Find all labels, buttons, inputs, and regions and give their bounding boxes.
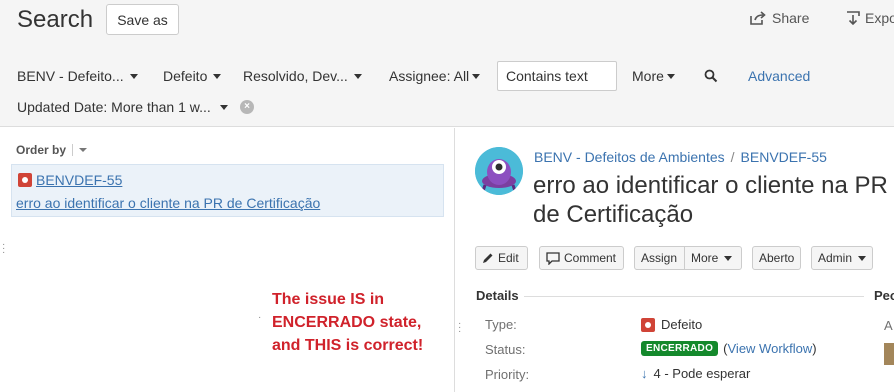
annotation-line: The issue IS in <box>272 291 385 308</box>
chevron-down-icon <box>219 104 228 110</box>
priority-value-text: 4 - Pode esperar <box>653 366 751 381</box>
project-avatar <box>475 147 523 195</box>
annotation-line: and THIS is correct! <box>272 337 424 354</box>
details-heading: Details <box>476 288 519 303</box>
project-link[interactable]: BENV - Defeitos de Ambientes <box>534 149 725 165</box>
share-label: Share <box>772 10 810 26</box>
assign-button[interactable]: Assign <box>634 246 685 270</box>
assignee-filter-label: Assignee: All <box>389 68 470 84</box>
edit-label: Edit <box>498 251 519 265</box>
export-icon <box>847 11 860 25</box>
more-filter-button[interactable]: More <box>632 68 675 84</box>
monster-avatar-icon <box>475 147 523 195</box>
issue-key-breadcrumb[interactable]: BENVDEF-55 <box>741 149 827 165</box>
divider <box>72 144 74 156</box>
annotation-note: The issue IS in ENCERRADO state, and THI… <box>272 288 423 357</box>
view-workflow-link[interactable]: View Workflow <box>728 341 813 356</box>
more-actions-label: More <box>691 251 719 265</box>
chevron-down-icon <box>213 73 222 79</box>
type-filter-label: Defeito <box>163 68 208 84</box>
type-value: Defeito <box>641 317 702 332</box>
comment-icon <box>546 251 560 265</box>
contains-text-input[interactable] <box>497 61 617 91</box>
arrow-down-icon: ↓ <box>641 366 648 381</box>
order-by-label: Order by <box>16 143 67 157</box>
breadcrumb: BENV - Defeitos de Ambientes / BENVDEF-55 <box>534 149 827 165</box>
priority-label: Priority: <box>485 367 530 382</box>
workflow-status-label: Aberto <box>759 251 795 265</box>
status-value: ENCERRADO (View Workflow) <box>641 341 817 356</box>
people-assignee-label: A <box>884 318 893 333</box>
search-icon <box>704 69 718 83</box>
edit-button[interactable]: Edit <box>475 246 528 270</box>
chevron-down-icon <box>79 148 88 152</box>
divider <box>524 296 864 297</box>
status-badge: ENCERRADO <box>641 341 719 356</box>
bug-icon <box>641 317 655 332</box>
type-value-text: Defeito <box>661 317 703 332</box>
more-actions-button[interactable]: More <box>684 246 742 270</box>
export-label: Expo <box>865 10 894 26</box>
chevron-down-icon <box>666 73 675 79</box>
workflow-paren-close: ) <box>812 341 817 356</box>
search-button[interactable] <box>704 69 718 83</box>
clear-filter-icon[interactable]: × <box>240 100 254 114</box>
chevron-down-icon <box>129 73 138 79</box>
advanced-search-link[interactable]: Advanced <box>748 68 810 84</box>
save-as-button[interactable]: Save as <box>106 4 179 35</box>
workflow-status-button[interactable]: Aberto <box>752 246 801 270</box>
status-label: Status: <box>485 342 526 357</box>
issue-summary-link[interactable]: erro ao identificar o cliente na PR de C… <box>16 195 320 211</box>
updated-date-filter[interactable]: Updated Date: More than 1 w... <box>17 99 228 115</box>
comment-button[interactable]: Comment <box>539 246 624 270</box>
share-icon <box>750 11 766 25</box>
export-button[interactable]: Expo <box>846 10 894 26</box>
type-filter[interactable]: Defeito <box>163 68 222 84</box>
chevron-down-icon <box>472 73 481 79</box>
issue-title-line: de Certificação <box>533 201 694 228</box>
more-filter-label: More <box>632 68 664 84</box>
drag-handle-icon[interactable]: · · · <box>2 240 5 258</box>
people-heading: Peo <box>874 288 894 303</box>
admin-label: Admin <box>818 251 853 265</box>
avatar <box>884 343 894 365</box>
issue-detail-panel: BENV - Defeitos de Ambientes / BENVDEF-55 … <box>456 128 894 392</box>
page-title: Search <box>17 6 94 33</box>
drag-handle-icon[interactable]: · · · <box>458 319 461 337</box>
chevron-down-icon <box>858 255 867 261</box>
breadcrumb-separator: / <box>730 149 735 165</box>
search-header: Search Save as Share Expo BENV - Defeito… <box>0 0 894 127</box>
order-by-control[interactable]: Order by <box>16 143 88 157</box>
comment-label: Comment <box>564 251 617 265</box>
issue-title-line: erro ao identificar o cliente na PR <box>533 172 888 199</box>
list-item[interactable]: BENVDEF-55 erro ao identificar o cliente… <box>11 164 444 217</box>
admin-button[interactable]: Admin <box>811 246 873 270</box>
annotation-line: ENCERRADO state, <box>272 314 422 331</box>
status-filter-label: Resolvido, Dev... <box>243 68 348 84</box>
chevron-down-icon <box>724 255 733 261</box>
type-label: Type: <box>485 317 517 332</box>
share-button[interactable]: Share <box>750 10 809 26</box>
status-filter[interactable]: Resolvido, Dev... <box>243 68 362 84</box>
pencil-icon <box>483 253 493 263</box>
project-filter-label: BENV - Defeito... <box>17 68 124 84</box>
priority-value: ↓ 4 - Pode esperar <box>641 366 750 381</box>
issue-key-link[interactable]: BENVDEF-55 <box>36 172 122 188</box>
project-filter[interactable]: BENV - Defeito... <box>17 68 138 84</box>
issue-title: erro ao identificar o cliente na PR de C… <box>533 171 894 229</box>
assignee-filter[interactable]: Assignee: All <box>389 68 481 84</box>
assign-label: Assign <box>641 251 678 265</box>
chevron-down-icon <box>353 73 362 79</box>
bug-icon <box>18 173 32 187</box>
updated-date-filter-label: Updated Date: More than 1 w... <box>17 99 211 115</box>
dot-icon: · <box>258 312 262 323</box>
